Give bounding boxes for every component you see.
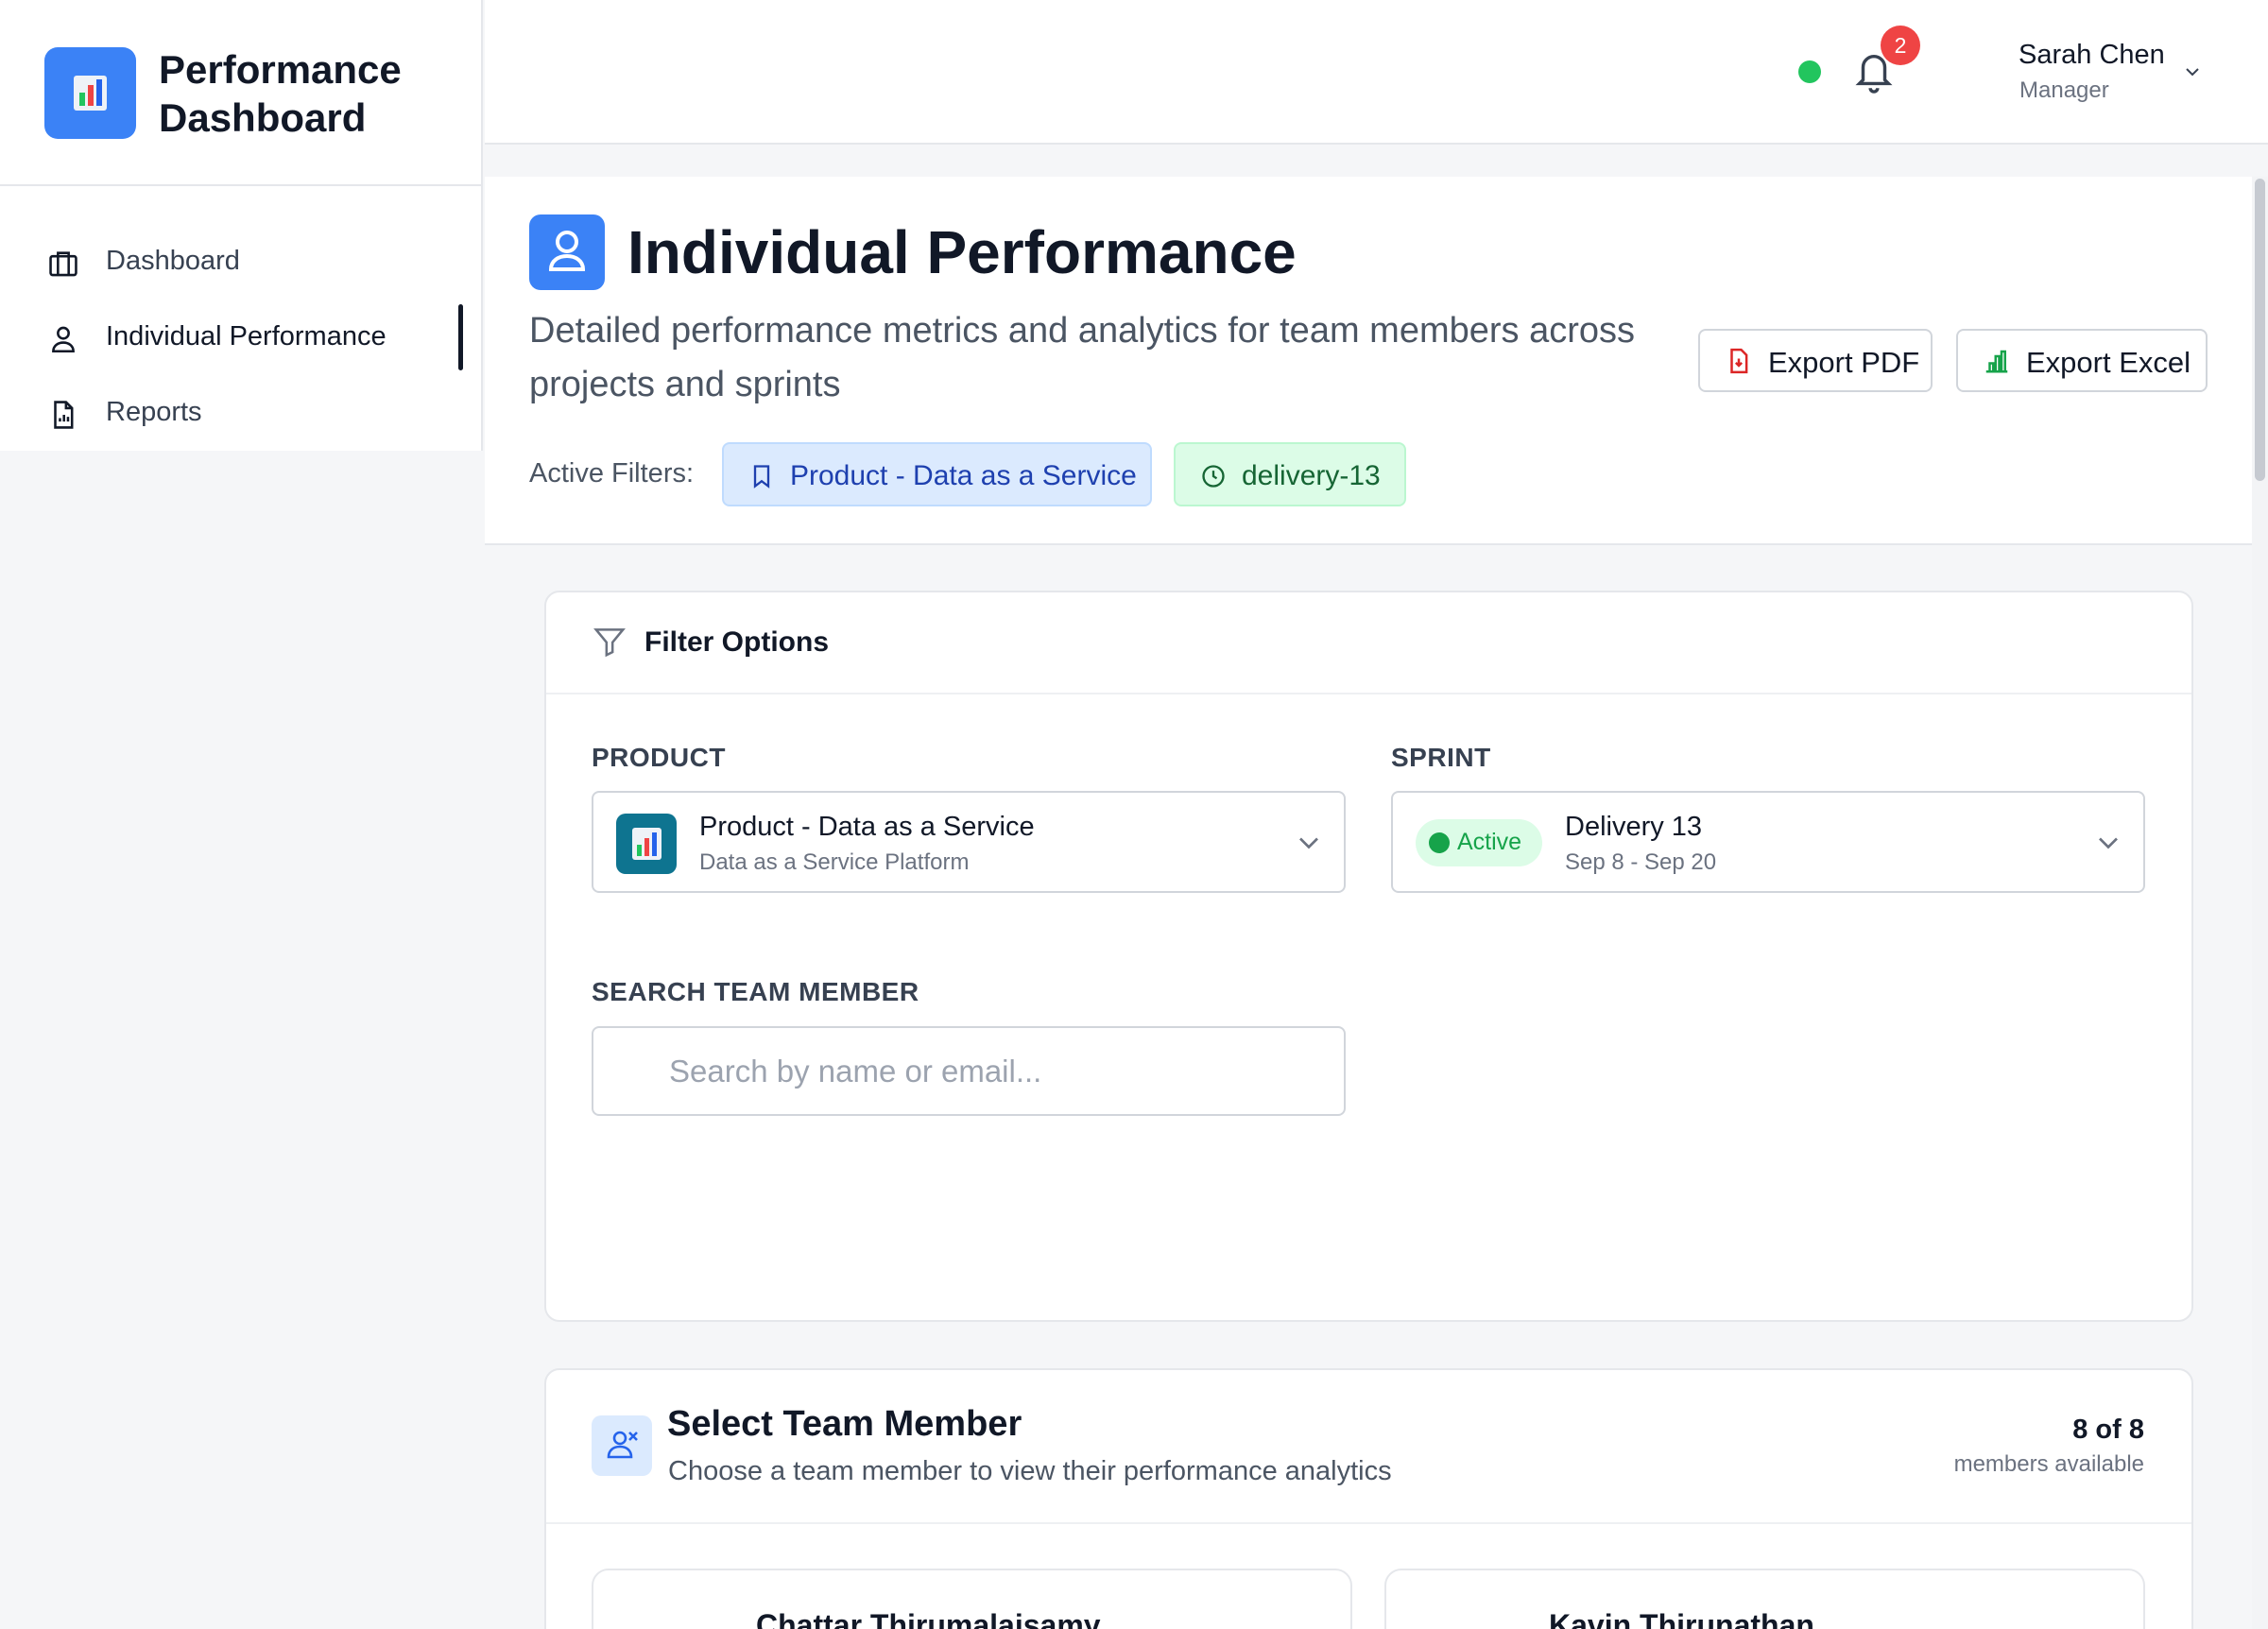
member-card[interactable]: Kavin Thirunathan [1384, 1569, 2145, 1629]
user-role: Manager [2019, 77, 2109, 103]
chevron-down-icon [1299, 837, 1318, 849]
filter-options-card [544, 591, 2193, 1322]
divider [546, 693, 2191, 694]
user-name[interactable]: Sarah Chen [2019, 40, 2165, 71]
page-description: Detailed performance metrics and analyti… [529, 311, 1636, 404]
sprint-select-value: Delivery 13 [1565, 812, 1703, 842]
app-title: Performance Dashboard [159, 47, 402, 140]
members-count: 8 of 8 [2072, 1415, 2144, 1445]
top-header [485, 0, 2268, 145]
sidebar-item-reports[interactable]: Reports [0, 380, 463, 448]
export-pdf-label: Export PDF [1768, 346, 1920, 379]
export-pdf-button[interactable]: Export PDF [1698, 329, 1933, 392]
product-select-value: Product - Data as a Service [699, 812, 1035, 842]
sidebar-item-dashboard[interactable]: Dashboard [0, 229, 463, 297]
product-select-subtitle: Data as a Service Platform [699, 849, 970, 875]
bar-chart-logo-icon [44, 47, 136, 139]
filter-options-title: Filter Options [644, 626, 829, 658]
sidebar: Performance Dashboard Dashboard Individu… [0, 0, 483, 1629]
sprint-select-dates: Sep 8 - Sep 20 [1565, 849, 1717, 875]
briefcase-icon [49, 251, 77, 277]
sidebar-item-individual-performance[interactable]: Individual Performance [0, 304, 463, 372]
bar-chart-icon [1985, 350, 2008, 373]
chevron-down-icon[interactable] [2183, 62, 2202, 81]
members-count-label: members available [1953, 1451, 2144, 1477]
sprint-status-label: Active [1457, 829, 1522, 855]
sidebar-panel: Performance Dashboard Dashboard Individu… [0, 0, 483, 451]
brand-header: Performance Dashboard [0, 0, 483, 186]
sidebar-item-label: Dashboard [106, 246, 240, 276]
page-title: Individual Performance [627, 218, 1297, 286]
team-section-title: Select Team Member [667, 1404, 1022, 1444]
member-card[interactable]: Chattar Thirumalaisamy [592, 1569, 1352, 1629]
users-icon [592, 1415, 652, 1476]
bookmark-icon [753, 465, 770, 489]
active-filter-product-chip[interactable]: Product - Data as a Service [722, 442, 1152, 506]
divider [546, 1522, 2191, 1524]
product-select[interactable]: Product - Data as a Service Data as a Se… [592, 791, 1346, 893]
active-filters-label: Active Filters: [529, 458, 695, 489]
sprint-field-label: SPRINT [1391, 743, 1491, 772]
search-team-member-input[interactable] [592, 1026, 1346, 1116]
sidebar-item-label: Reports [106, 397, 202, 427]
user-badge-icon [529, 214, 605, 290]
funnel-icon [593, 628, 626, 658]
active-filter-product-label: Product - Data as a Service [790, 460, 1137, 491]
pdf-file-icon [1730, 348, 1748, 374]
status-dot [1429, 832, 1450, 853]
document-chart-icon [54, 401, 74, 429]
export-excel-button[interactable]: Export Excel [1956, 329, 2208, 392]
chevron-down-icon [2099, 837, 2118, 849]
search-field-label: SEARCH TEAM MEMBER [592, 977, 919, 1006]
export-excel-label: Export Excel [2026, 346, 2191, 379]
product-logo-icon [616, 814, 677, 874]
product-field-label: PRODUCT [592, 743, 726, 772]
team-section-subtitle: Choose a team member to view their perfo… [668, 1456, 1392, 1486]
sprint-status-badge: Active [1416, 819, 1542, 866]
user-icon [52, 326, 75, 353]
member-name: Kavin Thirunathan [1549, 1608, 1814, 1629]
page-scrollbar[interactable] [2252, 177, 2268, 1629]
clock-icon [1202, 465, 1225, 488]
sidebar-item-label: Individual Performance [106, 321, 387, 352]
active-filter-sprint-label: delivery-13 [1242, 460, 1381, 491]
sprint-select[interactable]: Active Delivery 13 Sep 8 - Sep 20 [1391, 791, 2145, 893]
active-filter-sprint-chip[interactable]: delivery-13 [1174, 442, 1406, 506]
scrollbar-thumb[interactable] [2255, 179, 2265, 481]
notification-count-badge: 2 [1881, 26, 1920, 65]
member-name: Chattar Thirumalaisamy [756, 1608, 1101, 1629]
online-status-indicator [1798, 60, 1821, 83]
